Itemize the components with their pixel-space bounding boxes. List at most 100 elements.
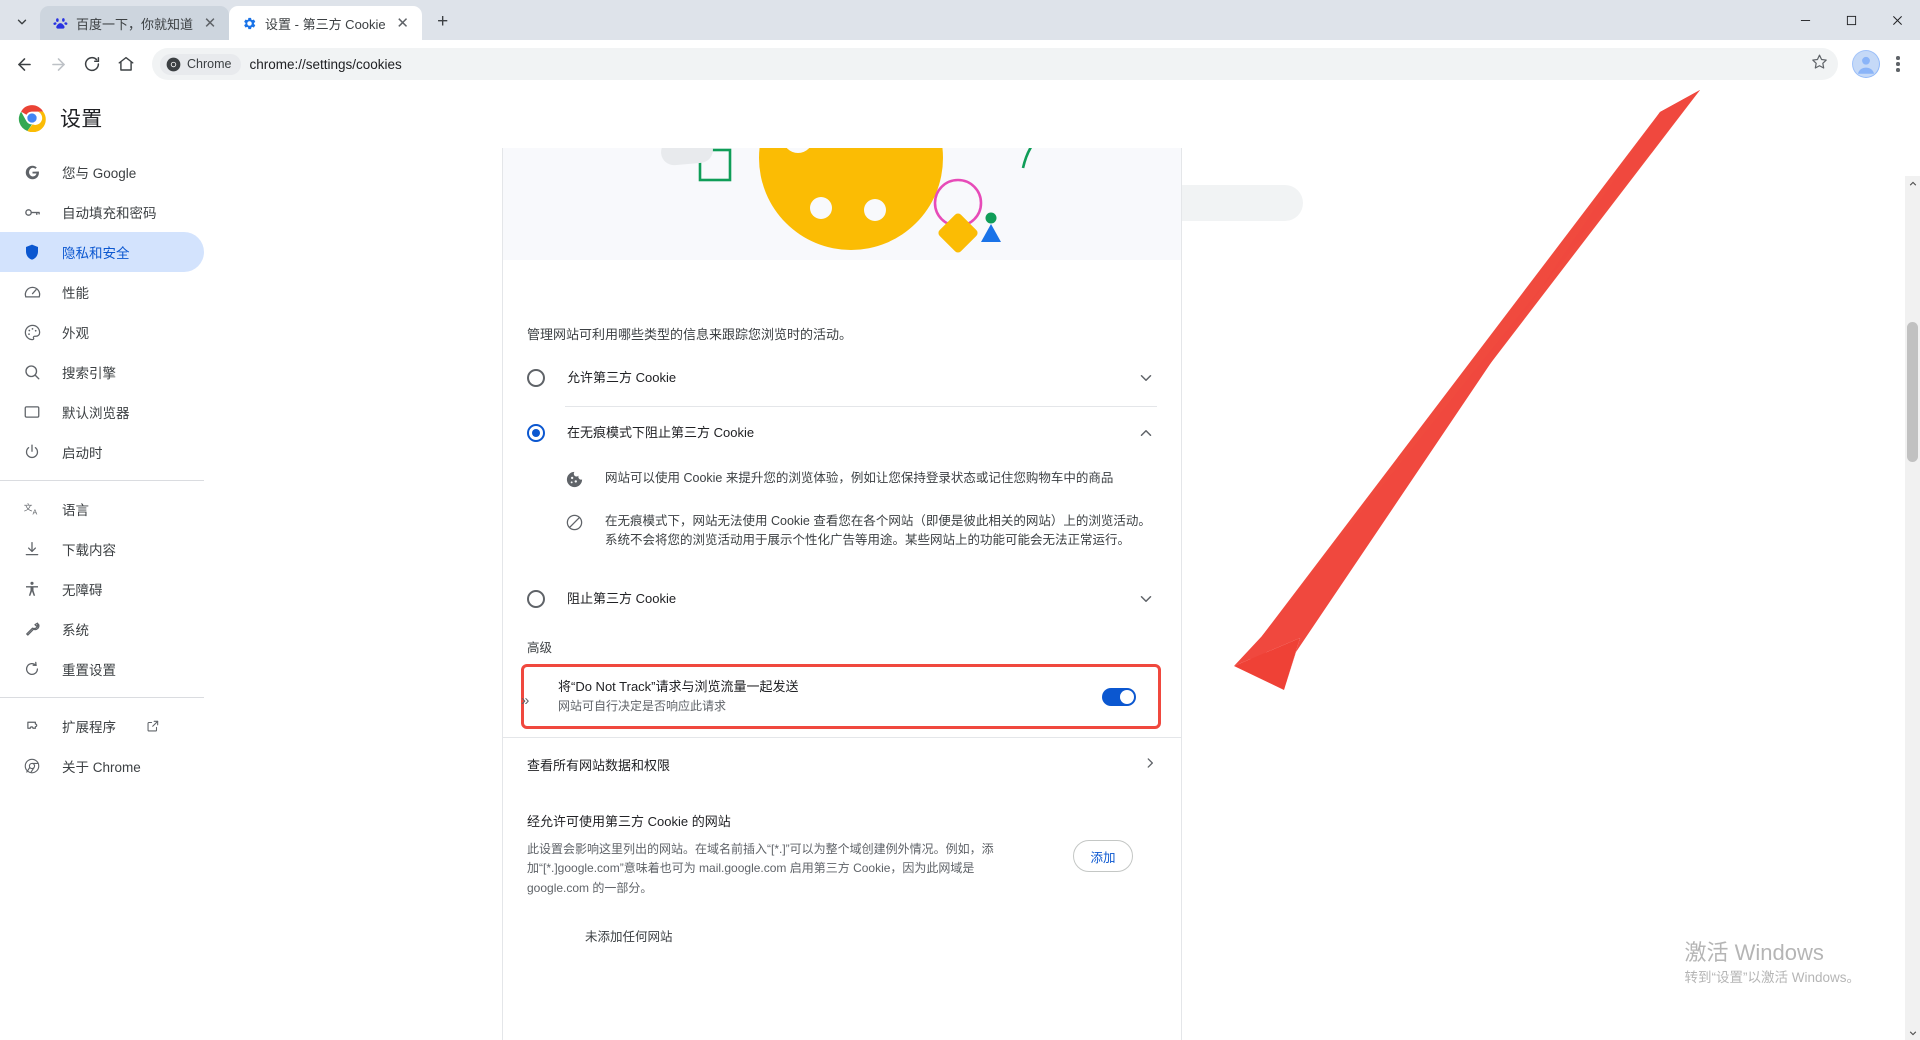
sidebar-item-label: 无障碍	[62, 583, 103, 598]
chrome-logo-icon	[18, 104, 46, 133]
sidebar-item-performance[interactable]: 性能	[0, 272, 204, 312]
tab-settings[interactable]: 设置 - 第三方 Cookie ✕	[229, 6, 422, 40]
radio-button[interactable]	[527, 368, 545, 387]
sidebar-item-extensions[interactable]: 扩展程序	[0, 706, 204, 746]
origin-chip: Chrome	[160, 53, 242, 75]
chrome-icon	[22, 756, 42, 776]
radio-button[interactable]	[527, 590, 545, 609]
scroll-up-button[interactable]	[1905, 176, 1920, 191]
sidebar-item-system[interactable]: 系统	[0, 609, 204, 649]
do-not-track-subtitle: 网站可自行决定是否响应此请求	[558, 699, 727, 714]
radio-button[interactable]	[527, 423, 545, 442]
sidebar-item-search-engine[interactable]: 搜索引擎	[0, 352, 204, 392]
sidebar-item-downloads[interactable]: 下载内容	[0, 529, 204, 569]
reload-icon	[84, 56, 100, 72]
sidebar-item-autofill[interactable]: 自动填充和密码	[0, 192, 204, 232]
add-site-button[interactable]: 添加	[1073, 840, 1133, 873]
bookmark-star-icon[interactable]	[1811, 53, 1828, 75]
forward-button[interactable]	[42, 48, 74, 80]
detail-incognito-blocking: 在无痕模式下，网站无法使用 Cookie 查看您在各个网站（即便是彼此相关的网站…	[527, 504, 1157, 565]
baidu-icon	[52, 15, 68, 31]
browser-toolbar: Chrome chrome://settings/cookies	[0, 40, 1920, 88]
allowed-sites-empty-state: 未添加任何网站	[585, 929, 673, 944]
kebab-dot	[1896, 68, 1900, 72]
sidebar-item-label: 隐私和安全	[62, 246, 130, 261]
do-not-track-toggle[interactable]	[1102, 687, 1136, 706]
accessibility-icon	[22, 579, 42, 599]
profile-avatar[interactable]	[1852, 50, 1880, 78]
sidebar-item-on-startup[interactable]: 启动时	[0, 432, 204, 472]
new-tab-button[interactable]: +	[428, 7, 458, 37]
view-all-site-data-row[interactable]: 查看所有网站数据和权限	[503, 737, 1181, 791]
address-bar[interactable]: Chrome chrome://settings/cookies	[152, 48, 1838, 80]
windows-activation-watermark: 激活 Windows 转到“设置”以激活 Windows。	[1684, 939, 1860, 988]
minimize-button[interactable]	[1782, 0, 1828, 40]
cookie-icon	[565, 470, 585, 490]
tab-close-button[interactable]: ✕	[394, 14, 412, 32]
option-block-third-party-cookies[interactable]: 阻止第三方 Cookie	[503, 572, 1181, 627]
sidebar-item-label: 启动时	[62, 446, 103, 461]
view-all-site-data-label: 查看所有网站数据和权限	[527, 758, 671, 774]
sidebar-item-default-browser[interactable]: 默认浏览器	[0, 392, 204, 432]
chevrons-right-icon: »	[521, 692, 530, 710]
home-button[interactable]	[110, 48, 142, 80]
close-window-button[interactable]	[1874, 0, 1920, 40]
avatar-icon	[1853, 51, 1879, 77]
sidebar-item-accessibility[interactable]: 无障碍	[0, 569, 204, 609]
do-not-track-row[interactable]: » 将“Do Not Track”请求与浏览流量一起发送 网站可自行决定是否响应…	[521, 664, 1161, 730]
sidebar-item-label: 下载内容	[62, 543, 116, 558]
reload-button[interactable]	[76, 48, 108, 80]
svg-text:A: A	[32, 508, 37, 516]
sidebar-item-languages[interactable]: 文A 语言	[0, 489, 204, 529]
sidebar-item-reset-settings[interactable]: 重置设置	[0, 649, 204, 689]
tab-close-button[interactable]: ✕	[201, 14, 219, 32]
origin-chip-label: Chrome	[187, 57, 232, 71]
chevron-down-icon[interactable]	[1137, 369, 1157, 389]
sidebar-item-label: 外观	[62, 326, 89, 341]
chrome-menu-button[interactable]	[1884, 48, 1912, 80]
maximize-button[interactable]	[1828, 0, 1874, 40]
tab-title: 设置 - 第三方 Cookie	[265, 16, 386, 32]
download-icon	[22, 539, 42, 559]
tab-search-button[interactable]	[4, 6, 40, 38]
detail-cookie-benefit: 网站可以使用 Cookie 来提升您的浏览体验，例如让您保持登录状态或记住您购物…	[527, 461, 1157, 504]
option-label: 在无痕模式下阻止第三方 Cookie	[567, 424, 755, 440]
shield-icon	[22, 242, 42, 262]
sidebar-item-about-chrome[interactable]: 关于 Chrome	[0, 746, 204, 786]
back-button[interactable]	[8, 48, 40, 80]
section-description: 管理网站可利用哪些类型的信息来跟踪您浏览时的活动。	[527, 327, 853, 342]
block-icon	[565, 513, 585, 533]
sidebar-item-appearance[interactable]: 外观	[0, 312, 204, 352]
settings-main-scroll: 管理网站可利用哪些类型的信息来跟踪您浏览时的活动。 允许第三方 Cookie 在…	[250, 148, 1920, 1040]
sidebar-item-privacy-security[interactable]: 隐私和安全	[0, 232, 204, 272]
sidebar-item-label: 搜索引擎	[62, 366, 116, 381]
tab-baidu[interactable]: 百度一下，你就知道 ✕	[40, 6, 230, 40]
scrollbar-thumb[interactable]	[1907, 322, 1918, 462]
sidebar-item-label: 您与 Google	[62, 166, 137, 181]
browser-window-icon	[22, 402, 42, 422]
search-icon	[22, 362, 42, 382]
palette-icon	[22, 322, 42, 342]
chevron-down-icon[interactable]	[1137, 590, 1157, 610]
chevron-up-icon[interactable]	[1137, 424, 1157, 444]
detail-text: 网站可以使用 Cookie 来提升您的浏览体验，例如让您保持登录状态或记住您购物…	[605, 470, 1114, 485]
arrow-right-icon	[51, 57, 65, 71]
sidebar-item-label: 语言	[62, 503, 89, 518]
sidebar-item-you-and-google[interactable]: 您与 Google	[0, 152, 204, 192]
option-block-third-party-in-incognito[interactable]: 在无痕模式下阻止第三方 Cookie	[503, 405, 1181, 461]
option-label: 阻止第三方 Cookie	[567, 591, 677, 607]
home-icon	[118, 56, 134, 71]
external-link-icon	[146, 719, 160, 733]
sidebar-item-label: 扩展程序	[62, 720, 116, 735]
page-scrollbar[interactable]	[1905, 176, 1920, 1040]
cookies-settings-card: 管理网站可利用哪些类型的信息来跟踪您浏览时的活动。 允许第三方 Cookie 在…	[502, 148, 1182, 1040]
watermark-line-1: 激活 Windows	[1684, 940, 1824, 966]
scroll-down-button[interactable]	[1905, 1025, 1920, 1040]
svg-text:文: 文	[23, 501, 32, 512]
arrow-left-icon	[17, 57, 31, 71]
option-allow-third-party-cookies[interactable]: 允许第三方 Cookie	[503, 351, 1181, 406]
allowed-sites-section: 经允许可使用第三方 Cookie 的网站 此设置会影响这里列出的网站。在域名前插…	[503, 791, 1181, 973]
sidebar-item-label: 默认浏览器	[62, 406, 130, 421]
option-details: 网站可以使用 Cookie 来提升您的浏览体验，例如让您保持登录状态或记住您购物…	[503, 461, 1181, 573]
allowed-sites-title: 经允许可使用第三方 Cookie 的网站	[527, 814, 731, 830]
